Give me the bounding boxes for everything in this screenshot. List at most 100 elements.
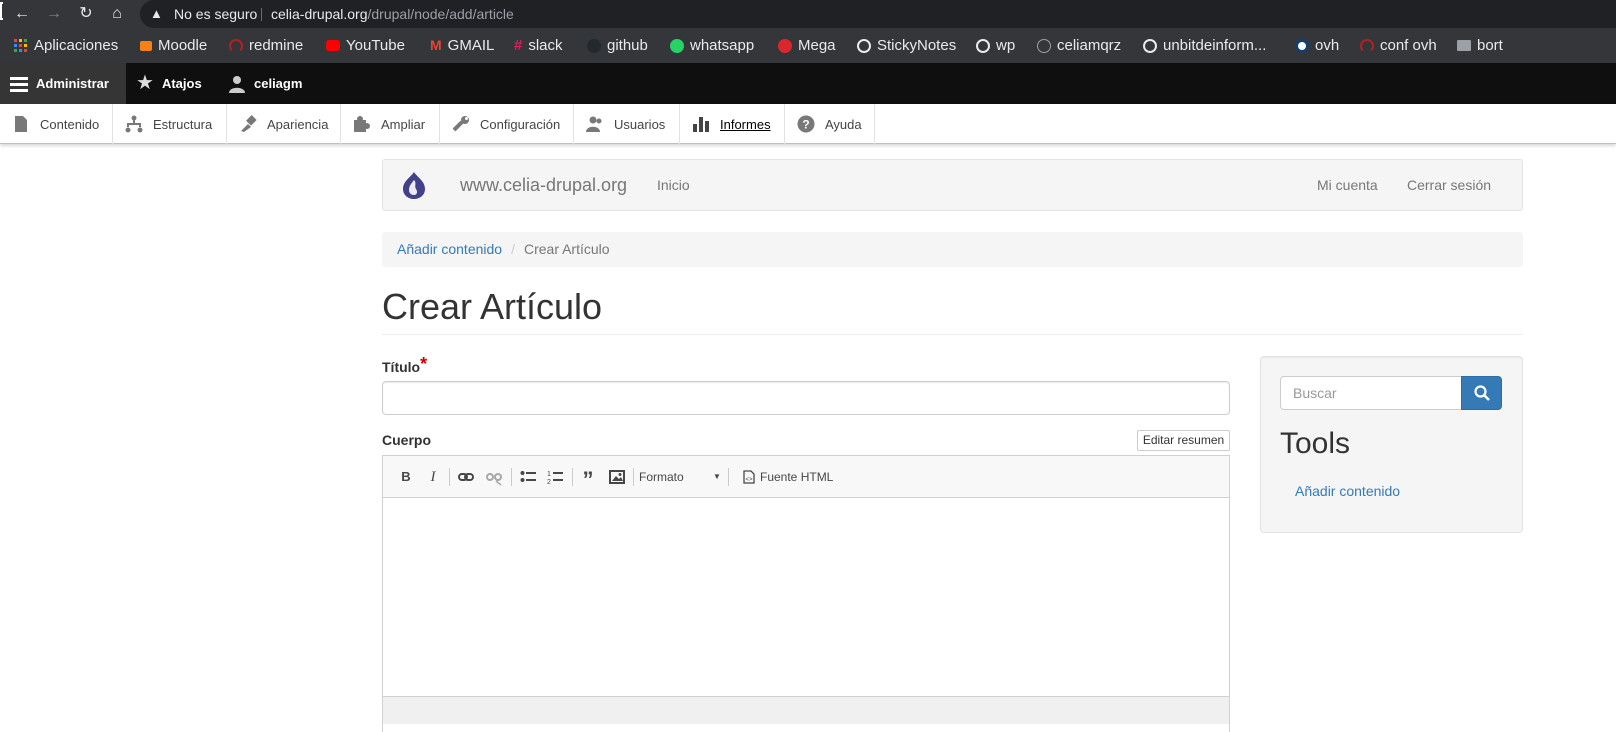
tray-item-informes[interactable]: Informes xyxy=(680,104,785,144)
breadcrumb-link[interactable]: Añadir contenido xyxy=(397,241,502,257)
bulleted-list-icon[interactable] xyxy=(520,468,536,486)
redmine-icon xyxy=(1360,38,1374,53)
bookmark-label: Aplicaciones xyxy=(34,37,119,54)
globe-icon xyxy=(976,38,990,53)
title-label-text: Título xyxy=(382,359,421,375)
tray-item-label: Contenido xyxy=(40,116,100,132)
svg-text:?: ? xyxy=(802,118,809,132)
star-icon: ★ xyxy=(136,72,154,94)
admin-toolbar: Administrar ★ Atajos celiagm xyxy=(0,63,1616,104)
bookmark-conf-ovh[interactable]: conf ovh xyxy=(1360,28,1437,63)
editor-content-area[interactable] xyxy=(383,499,1229,695)
toolbar-separator xyxy=(633,468,634,486)
home-icon[interactable]: ⌂ xyxy=(107,4,127,24)
url-host: celia-drupal.org xyxy=(271,6,368,22)
bookmark-wp[interactable]: wp xyxy=(976,28,1015,63)
github-icon xyxy=(587,38,601,53)
tray-item-label: Ampliar xyxy=(381,116,426,132)
file-icon xyxy=(15,116,27,132)
search-input[interactable]: Buscar xyxy=(1280,376,1462,410)
bookmark-redmine[interactable]: redmine xyxy=(229,28,303,63)
unlink-icon[interactable] xyxy=(486,468,502,486)
bookmark-github[interactable]: github xyxy=(587,28,648,63)
security-label[interactable]: No es seguro xyxy=(174,0,257,28)
site-name[interactable]: www.celia-drupal.org xyxy=(460,160,627,210)
tray-item-apariencia[interactable]: Apariencia xyxy=(227,104,341,144)
puzzle-icon xyxy=(354,116,370,132)
globe-icon xyxy=(1143,38,1157,53)
moodle-icon xyxy=(140,40,152,51)
bookmark-mega[interactable]: Mega xyxy=(778,28,836,63)
toolbar-separator xyxy=(449,468,450,486)
bookmark-gmail[interactable]: M GMAIL xyxy=(430,28,494,63)
svg-text:2: 2 xyxy=(547,479,551,486)
drupal-logo-icon[interactable] xyxy=(399,170,429,200)
breadcrumb-separator: / xyxy=(511,241,515,257)
title-field-label: Título* xyxy=(382,354,427,377)
toolbar-separator xyxy=(511,468,512,486)
bookmark-unbitdeinform[interactable]: unbitdeinform... xyxy=(1143,28,1266,63)
link-icon[interactable] xyxy=(458,468,474,486)
bookmark-youtube[interactable]: YouTube xyxy=(326,28,405,63)
bookmark-stickynotes[interactable]: StickyNotes xyxy=(857,28,956,63)
nav-cerrar-sesion[interactable]: Cerrar sesión xyxy=(1407,160,1491,210)
url-text[interactable]: celia-drupal.org/drupal/node/add/article xyxy=(271,0,514,28)
bookmark-slack[interactable]: # slack xyxy=(514,28,563,63)
toolbar-user[interactable]: celiagm xyxy=(228,63,302,104)
breadcrumb-current: Crear Artículo xyxy=(523,241,610,257)
text-cursor-icon xyxy=(0,2,3,20)
page-title: Crear Artículo xyxy=(382,286,603,327)
bookmark-moodle[interactable]: Moodle xyxy=(140,28,207,63)
redmine-icon xyxy=(229,38,243,53)
folder-icon xyxy=(1457,40,1471,51)
forward-arrow-icon[interactable]: → xyxy=(44,4,64,24)
tray-item-contenido[interactable]: Contenido xyxy=(0,104,113,144)
bookmark-ovh[interactable]: ovh xyxy=(1295,28,1339,63)
tray-item-usuarios[interactable]: Usuarios xyxy=(574,104,680,144)
back-arrow-icon[interactable]: ← xyxy=(12,4,32,24)
bookmark-label: Moodle xyxy=(158,37,208,54)
tray-item-label: Usuarios xyxy=(614,116,666,132)
format-dropdown[interactable]: Formato ▼ xyxy=(639,468,723,486)
bookmark-label: unbitdeinform... xyxy=(1163,37,1267,54)
help-icon: ? xyxy=(797,115,815,133)
admin-tray: Contenido Estructura Apariencia Ampliar … xyxy=(0,104,1616,144)
edit-summary-button[interactable]: Editar resumen xyxy=(1137,430,1230,451)
bookmark-label: StickyNotes xyxy=(877,37,957,54)
reload-icon[interactable]: ↻ xyxy=(76,4,96,24)
toolbar-shortcuts[interactable]: ★ Atajos xyxy=(136,63,202,104)
title-input[interactable] xyxy=(382,381,1230,415)
blockquote-icon[interactable]: ” xyxy=(580,468,596,492)
bookmarks-bar: Aplicaciones Moodle redmine YouTube M GM… xyxy=(0,28,1616,63)
numbered-list-icon[interactable]: 12 xyxy=(547,468,563,486)
address-separator xyxy=(261,8,262,21)
bookmark-bort[interactable]: bort xyxy=(1457,28,1503,63)
slack-icon: # xyxy=(514,37,523,54)
browser-titlebar: ← → ↻ ⌂ ▲ No es seguro celia-drupal.org/… xyxy=(0,0,1616,28)
mega-icon xyxy=(778,38,792,53)
source-label: Fuente HTML xyxy=(760,470,834,484)
bookmark-label: whatsapp xyxy=(690,37,755,54)
bookmark-label: bort xyxy=(1477,37,1503,54)
bookmark-whatsapp[interactable]: whatsapp xyxy=(670,28,754,63)
tray-item-estructura[interactable]: Estructura xyxy=(113,104,227,144)
nav-inicio[interactable]: Inicio xyxy=(657,160,690,210)
search-button[interactable] xyxy=(1461,376,1502,410)
tray-item-ayuda[interactable]: ? Ayuda xyxy=(785,104,875,144)
italic-icon[interactable]: I xyxy=(426,468,440,486)
toolbar-shortcuts-label: Atajos xyxy=(161,76,202,91)
tools-add-content-link[interactable]: Añadir contenido xyxy=(1295,483,1400,499)
warning-icon[interactable]: ▲ xyxy=(150,0,163,28)
address-bar[interactable]: ▲ No es seguro celia-drupal.org/drupal/n… xyxy=(140,0,1616,28)
image-icon[interactable] xyxy=(609,468,625,486)
tray-item-configuracion[interactable]: Configuración xyxy=(440,104,574,144)
bold-icon[interactable]: B xyxy=(399,468,413,486)
toolbar-manage[interactable]: Administrar xyxy=(0,63,126,104)
nav-mi-cuenta[interactable]: Mi cuenta xyxy=(1317,160,1378,210)
bookmark-aplicaciones[interactable]: Aplicaciones xyxy=(14,28,118,63)
svg-text:<>: <> xyxy=(745,477,753,483)
user-icon xyxy=(229,75,245,93)
tray-item-ampliar[interactable]: Ampliar xyxy=(341,104,440,144)
bookmark-celiamqrz[interactable]: celiamqrz xyxy=(1037,28,1121,63)
source-button[interactable]: <> Fuente HTML xyxy=(743,468,833,486)
